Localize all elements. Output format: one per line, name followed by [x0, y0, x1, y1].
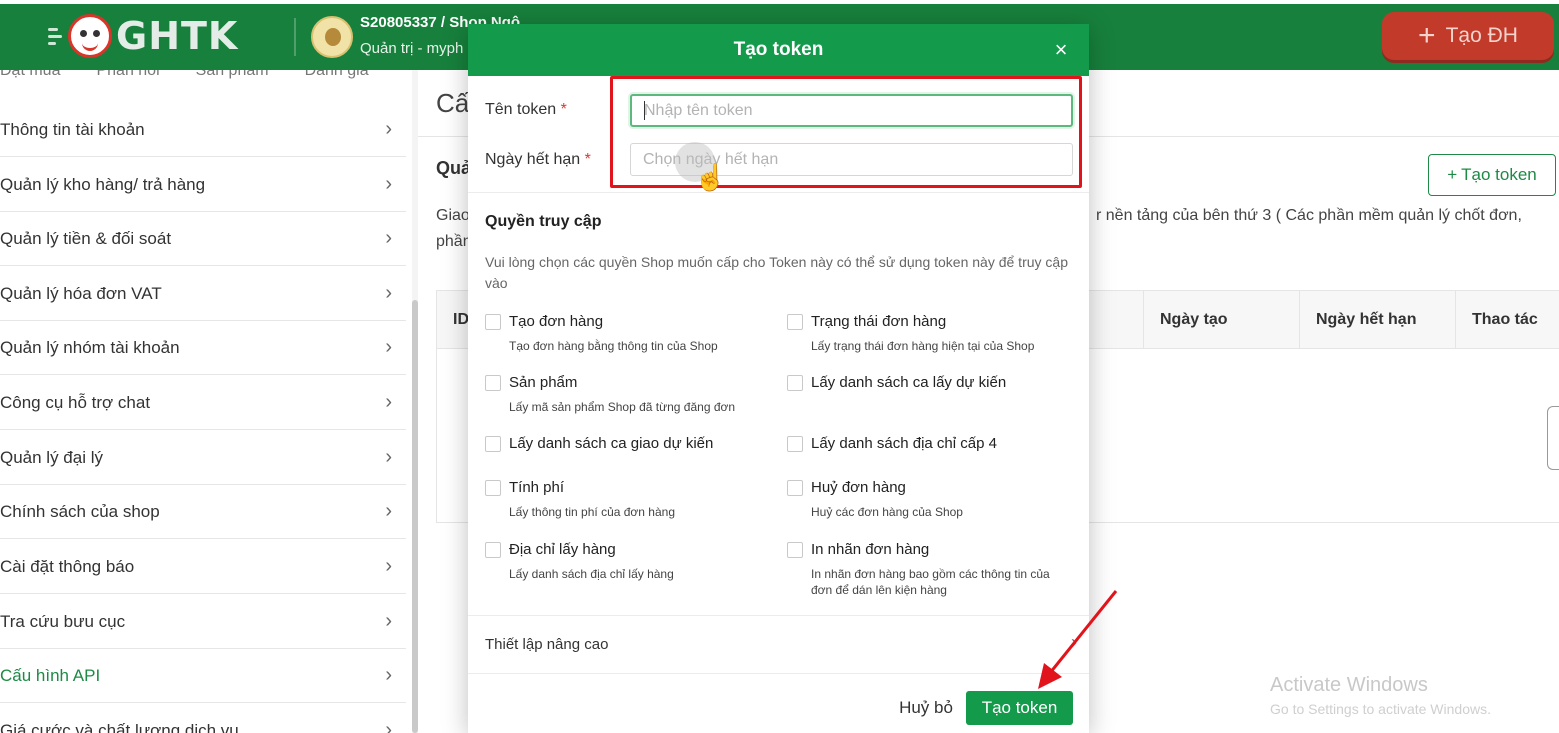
- permission-name: Lấy danh sách ca lấy dự kiến: [811, 374, 1007, 391]
- permission-checkbox[interactable]: [485, 375, 501, 391]
- permission-checkbox[interactable]: [485, 480, 501, 496]
- permission-checkbox[interactable]: [485, 436, 501, 452]
- section-divider: [468, 615, 1089, 616]
- create-token-modal: Tạo token × Tên token * Ngày hết hạn * ☝…: [468, 24, 1089, 733]
- permission-name: Lấy danh sách địa chỉ cấp 4: [811, 435, 997, 452]
- permission-name: Tính phí: [509, 479, 565, 496]
- permission-name: In nhãn đơn hàng: [811, 541, 930, 558]
- modal-header: Tạo token ×: [468, 24, 1089, 76]
- permission-checkbox[interactable]: [787, 314, 803, 330]
- permission-checkbox[interactable]: [787, 436, 803, 452]
- permission-checkbox[interactable]: [485, 314, 501, 330]
- token-name-label-text: Tên token: [485, 101, 557, 118]
- permission-desc: Huỷ các đơn hàng của Shop: [811, 505, 963, 519]
- access-description: Vui lòng chọn các quyền Shop muốn cấp ch…: [485, 254, 1068, 291]
- token-name-label: Tên token *: [485, 101, 567, 119]
- permission-name: Sản phẩm: [509, 374, 578, 391]
- permission-desc: Lấy danh sách địa chỉ lấy hàng: [509, 567, 674, 581]
- close-icon[interactable]: ×: [1049, 38, 1073, 62]
- permission-desc: Lấy thông tin phí của đơn hàng: [509, 505, 675, 519]
- required-mark: *: [560, 101, 567, 118]
- permission-name: Huỷ đơn hàng: [811, 479, 906, 496]
- permission-desc: Lấy trạng thái đơn hàng hiện tại của Sho…: [811, 339, 1035, 353]
- permission-checkbox[interactable]: [787, 480, 803, 496]
- permission-checkbox[interactable]: [485, 542, 501, 558]
- hand-cursor-icon: ☝: [694, 162, 727, 192]
- required-mark: *: [584, 151, 591, 168]
- expiry-label-text: Ngày hết hạn: [485, 151, 581, 168]
- footer-divider: [468, 673, 1089, 674]
- permission-checkbox[interactable]: [787, 542, 803, 558]
- section-divider: [468, 192, 1089, 193]
- permission-name: Tạo đơn hàng: [509, 313, 604, 330]
- modal-title: Tạo token: [733, 39, 824, 60]
- access-title: Quyền truy cập: [485, 213, 602, 230]
- red-arrow-annotation: [1038, 590, 1118, 689]
- permission-desc: Tạo đơn hàng bằng thông tin của Shop: [509, 339, 718, 353]
- cancel-button[interactable]: Huỷ bỏ: [886, 692, 966, 724]
- advanced-settings-toggle[interactable]: Thiết lập nâng cao: [485, 636, 608, 653]
- permission-desc: Lấy mã sản phẩm Shop đã từng đăng đơn: [509, 400, 736, 414]
- expiry-label: Ngày hết hạn *: [485, 151, 591, 169]
- permission-checkbox[interactable]: [787, 375, 803, 391]
- permission-name: Trạng thái đơn hàng: [811, 313, 947, 330]
- permission-name: Địa chỉ lấy hàng: [509, 541, 616, 558]
- permission-name: Lấy danh sách ca giao dự kiến: [509, 435, 714, 452]
